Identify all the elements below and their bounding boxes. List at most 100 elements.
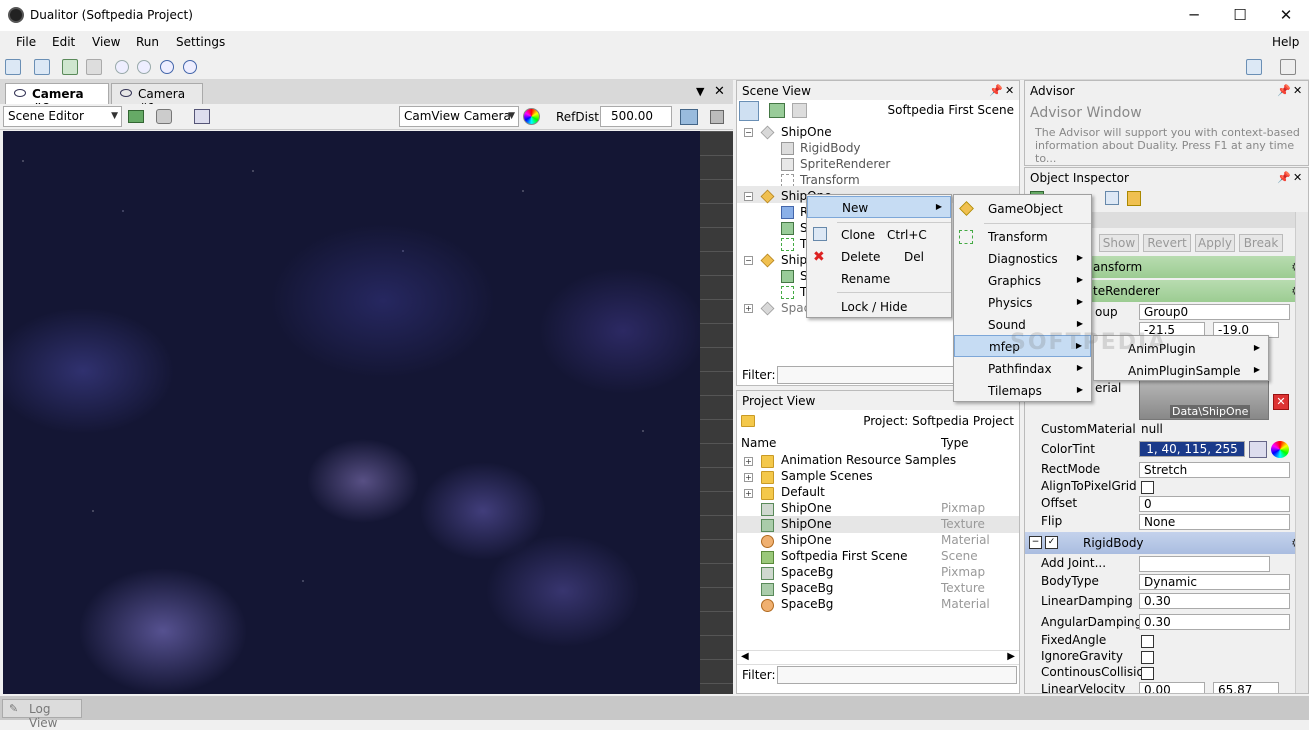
- close-icon[interactable]: ✕: [1293, 171, 1302, 184]
- list-item[interactable]: Softpedia First Scene: [781, 549, 907, 563]
- list-item[interactable]: ShipOne: [781, 517, 832, 531]
- menu-help[interactable]: Help: [1272, 35, 1299, 49]
- collapse-icon[interactable]: −: [1029, 536, 1042, 549]
- tree-item[interactable]: RigidBody: [800, 141, 861, 155]
- break-button[interactable]: Break: [1239, 234, 1283, 252]
- tree-item[interactable]: ShipOne: [781, 125, 832, 139]
- color-wheel-icon[interactable]: [1271, 441, 1289, 458]
- column-type[interactable]: Type: [941, 436, 969, 450]
- close-icon[interactable]: ✕: [1005, 84, 1014, 97]
- save-all-icon[interactable]: [5, 59, 21, 75]
- addjoint-select[interactable]: [1139, 556, 1270, 572]
- step-icon[interactable]: [137, 60, 151, 74]
- load-scene-icon[interactable]: [769, 103, 785, 118]
- expand-icon[interactable]: +: [744, 457, 753, 466]
- layout-icon[interactable]: [1246, 59, 1262, 75]
- menu-item-diagnostics[interactable]: Diagnostics ▶: [954, 248, 1091, 270]
- menu-item-tilemaps[interactable]: Tilemaps ▶: [954, 380, 1091, 402]
- new-object-icon[interactable]: [739, 101, 759, 121]
- log-view-tab[interactable]: ✎ Log View: [2, 699, 82, 730]
- clear-material-icon[interactable]: ✕: [1273, 394, 1289, 410]
- menu-item-physics[interactable]: Physics ▶: [954, 292, 1091, 314]
- column-name[interactable]: Name: [741, 436, 776, 450]
- offset-input[interactable]: 0: [1139, 496, 1290, 512]
- list-item[interactable]: Default: [781, 485, 825, 499]
- camera-view-icon[interactable]: [680, 109, 698, 125]
- rectmode-select[interactable]: Stretch: [1139, 462, 1290, 478]
- menu-settings[interactable]: Settings: [176, 35, 225, 49]
- maximize-button[interactable]: ☐: [1217, 0, 1263, 31]
- refdist-input[interactable]: 500.00: [600, 106, 672, 127]
- fixedangle-checkbox[interactable]: [1141, 635, 1154, 648]
- menu-item-new[interactable]: New ▶: [807, 196, 951, 218]
- collapse-icon[interactable]: −: [744, 128, 753, 137]
- show-button[interactable]: Show: [1099, 234, 1139, 252]
- menu-edit[interactable]: Edit: [52, 35, 75, 49]
- run-game-icon[interactable]: [62, 59, 78, 75]
- menu-item-transform[interactable]: Transform: [954, 226, 1091, 248]
- ignoregravity-checkbox[interactable]: [1141, 651, 1154, 664]
- save-scene-icon[interactable]: [792, 103, 807, 118]
- menu-item-lock-hide[interactable]: Lock / Hide: [807, 296, 951, 318]
- list-item[interactable]: SpaceBg: [781, 597, 833, 611]
- tab-camera-0[interactable]: Camera #0: [5, 83, 109, 115]
- pin-icon[interactable]: 📌: [989, 84, 1003, 97]
- menu-file[interactable]: File: [16, 35, 36, 49]
- editor-mode-select[interactable]: Scene Editor ▼: [3, 106, 122, 127]
- tab-camera-1[interactable]: Camera #1: [111, 83, 203, 115]
- group-select[interactable]: Group0: [1139, 304, 1290, 320]
- scene-viewport[interactable]: [3, 131, 700, 694]
- list-item[interactable]: Animation Resource Samples: [781, 453, 956, 467]
- close-icon[interactable]: ✕: [714, 84, 725, 99]
- close-button[interactable]: ✕: [1263, 0, 1309, 31]
- copy-icon[interactable]: [1105, 191, 1119, 205]
- pin-icon[interactable]: 📌: [1277, 84, 1291, 97]
- menu-item-rename[interactable]: Rename: [807, 268, 951, 290]
- continous-checkbox[interactable]: [1141, 667, 1154, 680]
- play-icon[interactable]: [115, 60, 129, 74]
- menu-item-clone[interactable]: Clone Ctrl+C: [807, 224, 951, 246]
- expand-icon[interactable]: +: [744, 489, 753, 498]
- minimize-button[interactable]: ─: [1171, 0, 1217, 31]
- scroll-right-icon[interactable]: ▶: [1007, 651, 1015, 662]
- list-item[interactable]: SpaceBg: [781, 581, 833, 595]
- lock-icon[interactable]: [1127, 191, 1141, 206]
- stop-icon[interactable]: [183, 60, 197, 74]
- apply-button[interactable]: Apply: [1195, 234, 1235, 252]
- menu-item-animpluginsample[interactable]: AnimPluginSample ▶: [1094, 360, 1268, 382]
- menu-item-delete[interactable]: Delete Del: [807, 246, 951, 268]
- objects-icon[interactable]: [156, 109, 172, 124]
- list-item[interactable]: SpaceBg: [781, 565, 833, 579]
- list-item[interactable]: ShipOne: [781, 533, 832, 547]
- lock-icon[interactable]: [710, 110, 724, 124]
- linearvelocity-y-input[interactable]: 65.87: [1213, 682, 1279, 693]
- bodytype-select[interactable]: Dynamic: [1139, 574, 1290, 590]
- rigidbody-header[interactable]: − ✓ RigidBody ⚙: [1025, 532, 1308, 554]
- pin-icon[interactable]: 📌: [1277, 171, 1291, 184]
- lineardamping-input[interactable]: 0.30: [1139, 593, 1290, 609]
- snap-icon[interactable]: [194, 109, 210, 124]
- vertical-scrollbar[interactable]: [1295, 212, 1308, 693]
- enabled-checkbox[interactable]: ✓: [1045, 536, 1058, 549]
- colortint-value[interactable]: 1, 40, 115, 255: [1139, 441, 1245, 457]
- close-icon[interactable]: ✕: [1293, 84, 1302, 97]
- settings-icon[interactable]: [1280, 59, 1296, 75]
- layer-icon[interactable]: [128, 110, 144, 123]
- menu-run[interactable]: Run: [136, 35, 159, 49]
- horizontal-scrollbar[interactable]: ◀ ▶: [737, 650, 1019, 664]
- folder-icon[interactable]: [741, 415, 755, 427]
- menu-view[interactable]: View: [92, 35, 120, 49]
- tree-item[interactable]: Transform: [800, 173, 860, 187]
- menu-item-graphics[interactable]: Graphics ▶: [954, 270, 1091, 292]
- linearvelocity-x-input[interactable]: 0.00: [1139, 682, 1205, 693]
- flip-select[interactable]: None: [1139, 514, 1290, 530]
- open-code-icon[interactable]: [34, 59, 50, 75]
- expand-icon[interactable]: +: [744, 473, 753, 482]
- pause-icon[interactable]: [160, 60, 174, 74]
- project-filter-input[interactable]: [777, 666, 1017, 684]
- menu-item-pathfindax[interactable]: Pathfindax ▶: [954, 358, 1091, 380]
- tree-item[interactable]: SpriteRenderer: [800, 157, 890, 171]
- material-preview[interactable]: Data\ShipOne: [1139, 376, 1269, 420]
- scroll-left-icon[interactable]: ◀: [741, 651, 749, 662]
- collapse-icon[interactable]: −: [744, 256, 753, 265]
